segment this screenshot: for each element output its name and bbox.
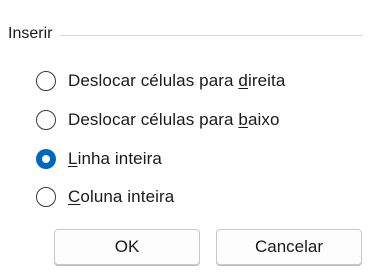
- radio-button-entire-column[interactable]: [36, 187, 56, 207]
- radio-shift-cells-right[interactable]: Deslocar células para direita: [36, 68, 285, 94]
- mnemonic-underline: b: [238, 110, 248, 129]
- radio-entire-column[interactable]: Coluna inteira: [36, 184, 174, 210]
- mnemonic-underline: d: [238, 71, 248, 90]
- group-separator-line: [60, 34, 363, 36]
- mnemonic-underline: L: [68, 149, 78, 168]
- radio-shift-cells-down[interactable]: Deslocar células para baixo: [36, 107, 280, 133]
- group-header: Inserir: [8, 22, 363, 46]
- insert-dialog: Inserir Deslocar células para direita De…: [0, 0, 374, 278]
- radio-entire-row[interactable]: Linha inteira: [36, 146, 162, 172]
- ok-button[interactable]: OK: [54, 229, 200, 265]
- radio-button-entire-row[interactable]: [36, 149, 56, 169]
- group-title: Inserir: [8, 25, 53, 42]
- radio-label-shift-down: Deslocar células para baixo: [68, 110, 280, 129]
- radio-label-shift-right: Deslocar células para direita: [68, 71, 286, 90]
- radio-button-shift-right[interactable]: [36, 71, 56, 91]
- radio-button-shift-down[interactable]: [36, 110, 56, 130]
- radio-label-entire-row: Linha inteira: [68, 149, 162, 168]
- cancel-button[interactable]: Cancelar: [216, 229, 362, 265]
- mnemonic-underline: C: [68, 187, 81, 206]
- radio-label-entire-column: Coluna inteira: [68, 187, 175, 206]
